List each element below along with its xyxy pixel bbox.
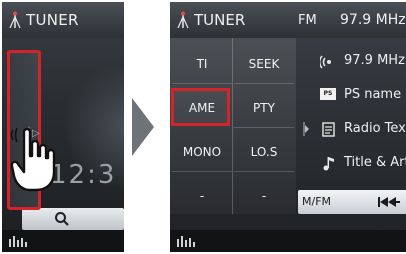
radio-wave-icon xyxy=(320,55,331,69)
los-button[interactable]: LO.S xyxy=(234,132,294,172)
ame-button[interactable]: AME xyxy=(172,88,232,128)
control-bar: M/FM xyxy=(298,190,406,214)
info-text: Radio Text xyxy=(344,121,406,136)
equalizer-icon[interactable] xyxy=(8,235,30,247)
radio-text-icon xyxy=(322,122,335,137)
screen-title: TUNER xyxy=(26,11,79,29)
bottom-bar xyxy=(170,230,406,252)
pty-button[interactable]: PTY xyxy=(234,88,294,128)
band-indicator: FM xyxy=(298,13,317,28)
function-menu: TI SEEK AME PTY MONO LO.S - - xyxy=(170,38,296,214)
empty-button-2[interactable]: - xyxy=(234,176,294,216)
header-bar: TUNER FM 97.9 MHz xyxy=(170,2,406,38)
header-bar: TUNER xyxy=(2,2,124,38)
band-mode-button[interactable]: M/FM xyxy=(302,195,331,208)
ps-badge-icon: PS xyxy=(320,88,336,100)
seek-previous-icon[interactable] xyxy=(378,197,400,207)
screen-title: TUNER xyxy=(194,11,246,29)
menu-grip-icon[interactable] xyxy=(303,122,309,136)
equalizer-icon[interactable] xyxy=(176,235,198,247)
bottom-bar xyxy=(2,230,124,252)
tuner-screen-before: TUNER 12:3 │▷ xyxy=(2,2,124,252)
empty-button-1[interactable]: - xyxy=(172,176,232,216)
ti-button[interactable]: TI xyxy=(172,44,232,84)
next-step-arrow-icon xyxy=(132,98,154,156)
info-row-title-artist: Title & Artist xyxy=(320,148,406,182)
clock-display: 12:3 xyxy=(50,160,117,190)
info-text: PS name xyxy=(344,87,402,102)
tap-gesture-icon xyxy=(10,127,56,192)
control-bar xyxy=(22,208,124,230)
mono-button[interactable]: MONO xyxy=(172,132,232,172)
info-text: 97.9 MHz xyxy=(344,53,405,68)
info-row-radio-text: Radio Text xyxy=(320,114,406,148)
info-text: Title & Artist xyxy=(344,155,406,170)
info-row-frequency: 97.9 MHz xyxy=(320,46,406,80)
search-icon[interactable] xyxy=(54,211,70,227)
menu-divider xyxy=(232,38,233,214)
music-note-icon xyxy=(323,157,334,171)
antenna-icon xyxy=(177,11,189,29)
info-row-ps-name: PS PS name xyxy=(320,80,406,114)
antenna-icon xyxy=(9,11,21,29)
frequency-display: 97.9 MHz xyxy=(340,12,406,28)
seek-button[interactable]: SEEK xyxy=(234,44,294,84)
tuner-screen-after: TUNER FM 97.9 MHz TI SEEK AME PTY MONO L… xyxy=(170,2,406,252)
station-info-list: 97.9 MHz PS PS name Radio Text Title & A… xyxy=(320,46,406,182)
